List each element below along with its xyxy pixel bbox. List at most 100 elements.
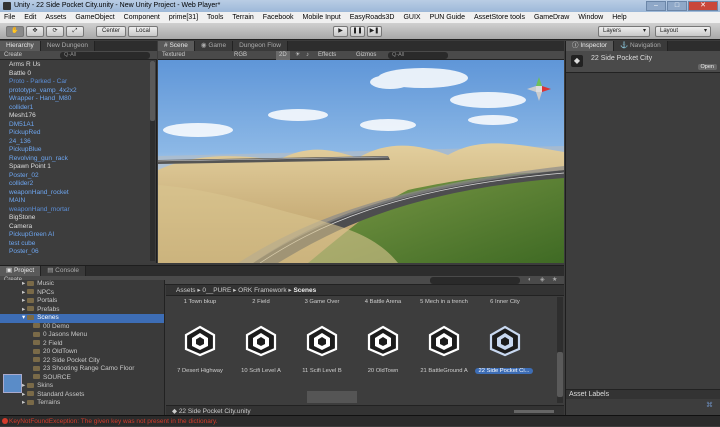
tab-inspector[interactable]: ⓘ Inspector (566, 41, 615, 51)
tab-new-dungeon[interactable]: New Dungeon (40, 41, 96, 51)
scale-tool-button[interactable]: ⤢ (66, 26, 84, 37)
menu-item-help[interactable]: Help (612, 12, 626, 23)
tag-icon[interactable]: ⌘ (706, 401, 718, 411)
filter-label-icon[interactable]: ◈ (540, 276, 545, 285)
maximize-button[interactable]: □ (667, 1, 687, 11)
hierarchy-item[interactable]: Battle 0 (0, 70, 150, 79)
close-button[interactable]: ✕ (688, 1, 718, 11)
asset-label[interactable]: 2 Field (231, 299, 291, 305)
project-folder-item[interactable]: ▸ Music (0, 280, 164, 289)
hierarchy-item[interactable]: Wrapper - Hand_M80 (0, 95, 150, 104)
menu-item-assetstore-tools[interactable]: AssetStore tools (474, 12, 525, 23)
rotate-tool-button[interactable]: ⟳ (46, 26, 64, 37)
asset-label[interactable]: 7 Desert Highway (170, 368, 230, 374)
scene-search-input[interactable]: Q-All (388, 52, 448, 59)
hand-tool-button[interactable]: ✋ (6, 26, 24, 37)
asset-label[interactable]: 6 Inner City (475, 299, 535, 305)
hierarchy-item[interactable]: test cube (0, 240, 150, 249)
menu-item-mobile-input[interactable]: Mobile Input (303, 12, 341, 23)
menu-item-gamedraw[interactable]: GameDraw (534, 12, 569, 23)
scene-viewport[interactable] (158, 60, 564, 263)
asset-label[interactable]: 11 Scifi Level B (292, 368, 352, 374)
menu-item-window[interactable]: Window (578, 12, 603, 23)
asset-label[interactable]: 22 Side Pocket Ci... (475, 368, 533, 374)
project-folder-item[interactable]: ▸ Terrains (0, 399, 164, 408)
star-icon[interactable]: ★ (552, 276, 557, 285)
asset-label[interactable]: 4 Battle Arena (353, 299, 413, 305)
hierarchy-item[interactable]: 24_136 (0, 138, 150, 147)
asset-label[interactable]: 10 Scifi Level A (231, 368, 291, 374)
status-bar[interactable]: KeyNotFoundException: The given key was … (0, 415, 720, 426)
hierarchy-item[interactable]: collider1 (0, 104, 150, 113)
asset-label[interactable]: 5 Mech in a trench (414, 299, 474, 305)
breadcrumb-scenes[interactable]: Scenes (293, 287, 316, 294)
menu-item-facebook[interactable]: Facebook (263, 12, 294, 23)
hierarchy-scrollbar[interactable] (150, 61, 155, 261)
hierarchy-item[interactable]: prototype_vamp_4x2x2 (0, 87, 150, 96)
asset-grid-scrollbar[interactable] (557, 297, 563, 403)
unity-scene-icon[interactable] (366, 325, 400, 357)
hierarchy-item[interactable]: PickupBlue (0, 146, 150, 155)
filter-type-icon[interactable]: ◐ (528, 276, 532, 285)
pivot-local-toggle[interactable]: Local (128, 26, 158, 37)
effects-dropdown[interactable]: Effects (318, 51, 336, 60)
unity-scene-icon[interactable] (305, 325, 339, 357)
hierarchy-item[interactable]: Mesh176 (0, 112, 150, 121)
channel-dropdown[interactable]: RGB (234, 51, 247, 60)
audio-toggle-icon[interactable]: ♪ (306, 51, 309, 60)
asset-label[interactable]: 3 Game Over (292, 299, 352, 305)
breadcrumb-assets[interactable]: Assets (176, 287, 196, 294)
hierarchy-create-button[interactable]: Create (0, 52, 22, 58)
play-button[interactable]: ▶ (333, 26, 348, 37)
menu-item-edit[interactable]: Edit (24, 12, 36, 23)
pivot-center-toggle[interactable]: Center (96, 26, 126, 37)
menu-item-guix[interactable]: GUIX (403, 12, 420, 23)
project-folder-item[interactable]: ▸ Portals (0, 297, 164, 306)
menu-item-easyroads3d[interactable]: EasyRoads3D (350, 12, 395, 23)
hierarchy-item[interactable]: MAIN (0, 197, 150, 206)
hierarchy-item[interactable]: weaponHand_mortar (0, 206, 150, 215)
project-folder-item[interactable]: ▾ Scenes (0, 314, 164, 323)
unity-scene-icon[interactable] (244, 325, 278, 357)
project-folder-item[interactable]: 22 Side Pocket City (0, 357, 164, 366)
hierarchy-item[interactable]: Camera (0, 223, 150, 232)
render-mode-dropdown[interactable]: Textured (162, 51, 185, 60)
menu-item-file[interactable]: File (4, 12, 15, 23)
hierarchy-item[interactable]: BigStone (0, 214, 150, 223)
project-folder-item[interactable]: ▸ Prefabs (0, 306, 164, 315)
menu-item-component[interactable]: Component (124, 12, 160, 23)
asset-label[interactable]: 20 OldTown (353, 368, 413, 374)
2d-toggle[interactable]: 2D (276, 51, 290, 60)
pause-button[interactable]: ❚❚ (350, 26, 365, 37)
project-folder-item[interactable]: 00 Demo (0, 323, 164, 332)
menu-item-pun-guide[interactable]: PUN Guide (430, 12, 465, 23)
project-folder-item[interactable]: 0 Jasons Menu (0, 331, 164, 340)
asset-label[interactable]: 1 Town bkup (170, 299, 230, 305)
hierarchy-item[interactable]: Poster_02 (0, 172, 150, 181)
project-folder-item[interactable]: ▸ NPCs (0, 289, 164, 298)
layout-dropdown[interactable]: Layout ▾ (655, 26, 711, 37)
unity-scene-icon[interactable] (183, 325, 217, 357)
tab-scene[interactable]: # Scene (158, 41, 195, 51)
layers-dropdown[interactable]: Layers ▾ (598, 26, 650, 37)
breadcrumb-ork[interactable]: ORK Framework (238, 287, 286, 294)
hierarchy-item[interactable]: collider2 (0, 180, 150, 189)
move-tool-button[interactable]: ✥ (26, 26, 44, 37)
unity-scene-icon[interactable] (427, 325, 461, 357)
menu-item-terrain[interactable]: Terrain (232, 12, 253, 23)
inspector-open-button[interactable]: Open (697, 64, 717, 70)
menu-item-tools[interactable]: Tools (207, 12, 223, 23)
hierarchy-search-input[interactable]: Q-All (60, 52, 150, 59)
hierarchy-item[interactable]: Spawn Point 1 (0, 163, 150, 172)
menu-item-assets[interactable]: Assets (45, 12, 66, 23)
asset-grid-scroll-thumb[interactable] (557, 352, 563, 397)
breadcrumb-pure[interactable]: 0__PURE (202, 287, 231, 294)
hierarchy-item[interactable]: Arms R Us (0, 61, 150, 70)
hierarchy-item[interactable]: Poster_06 (0, 248, 150, 257)
menu-item-prime-31[interactable]: prime[31] (169, 12, 198, 23)
tab-hierarchy[interactable]: Hierarchy (0, 41, 41, 51)
tab-console[interactable]: ▤ Console (41, 266, 87, 276)
project-folder-item[interactable]: 20 OldTown (0, 348, 164, 357)
hierarchy-item[interactable]: weaponHand_rocket (0, 189, 150, 198)
hierarchy-item[interactable]: PickupRed (0, 129, 150, 138)
